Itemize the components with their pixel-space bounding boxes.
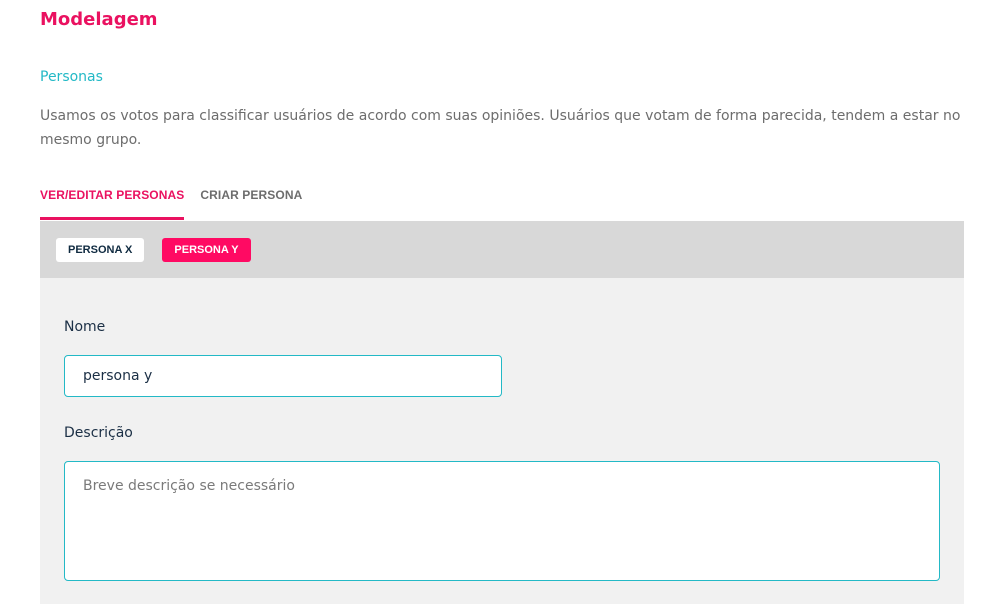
description-label: Descrição — [64, 425, 133, 441]
personas-link[interactable]: Personas — [40, 68, 103, 86]
tab-bar: VER/EDITAR PERSONAS CRIAR PERSONA — [40, 186, 302, 220]
persona-chip-x[interactable]: PERSONA X — [56, 237, 145, 262]
name-input[interactable]: persona y — [64, 355, 502, 397]
tab-create-persona[interactable]: CRIAR PERSONA — [200, 186, 302, 220]
tab-view-edit-personas[interactable]: VER/EDITAR PERSONAS — [40, 186, 185, 220]
persona-chip-y[interactable]: PERSONA Y — [162, 237, 251, 262]
page: Modelagem Personas Usamos os votos para … — [0, 0, 1003, 604]
description-placeholder: Breve descrição se necessário — [83, 478, 295, 494]
name-label: Nome — [64, 319, 106, 335]
persona-panel: PERSONA X PERSONA Y Nome persona y Descr… — [40, 221, 964, 604]
persona-selector-bar: PERSONA X PERSONA Y — [40, 221, 964, 278]
page-title: Modelagem — [40, 9, 158, 30]
description-textarea[interactable]: Breve descrição se necessário — [64, 461, 940, 581]
name-input-value: persona y — [83, 368, 153, 384]
page-description: Usamos os votos para classificar usuário… — [40, 108, 961, 148]
